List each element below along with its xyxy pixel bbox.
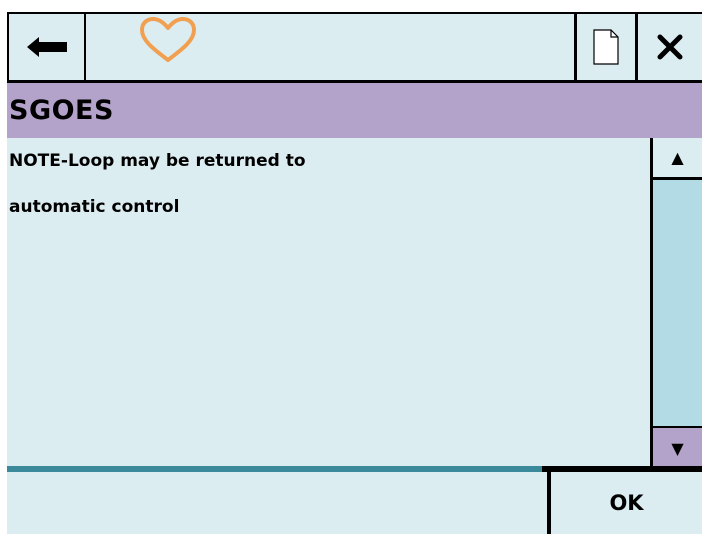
status-area	[7, 472, 547, 534]
close-icon	[657, 34, 683, 60]
message-line: NOTE-Loop may be returned to	[9, 151, 306, 171]
message-panel: NOTE-Loop may be returned to automatic c…	[7, 138, 650, 468]
message-line: automatic control	[9, 197, 180, 217]
ok-button[interactable]: OK	[547, 472, 702, 534]
back-arrow-icon	[26, 37, 67, 57]
back-button[interactable]	[7, 12, 86, 83]
heart-icon[interactable]	[136, 16, 200, 64]
scroll-up-button[interactable]: ▲	[653, 138, 702, 180]
page-title: SGOES	[9, 95, 114, 126]
vertical-scrollbar[interactable]: ▲ ▼	[650, 138, 702, 468]
document-button[interactable]	[574, 12, 638, 83]
close-button[interactable]	[638, 12, 702, 83]
title-bar: SGOES	[7, 83, 702, 138]
document-icon	[593, 29, 619, 65]
scroll-down-button[interactable]: ▼	[653, 426, 702, 468]
